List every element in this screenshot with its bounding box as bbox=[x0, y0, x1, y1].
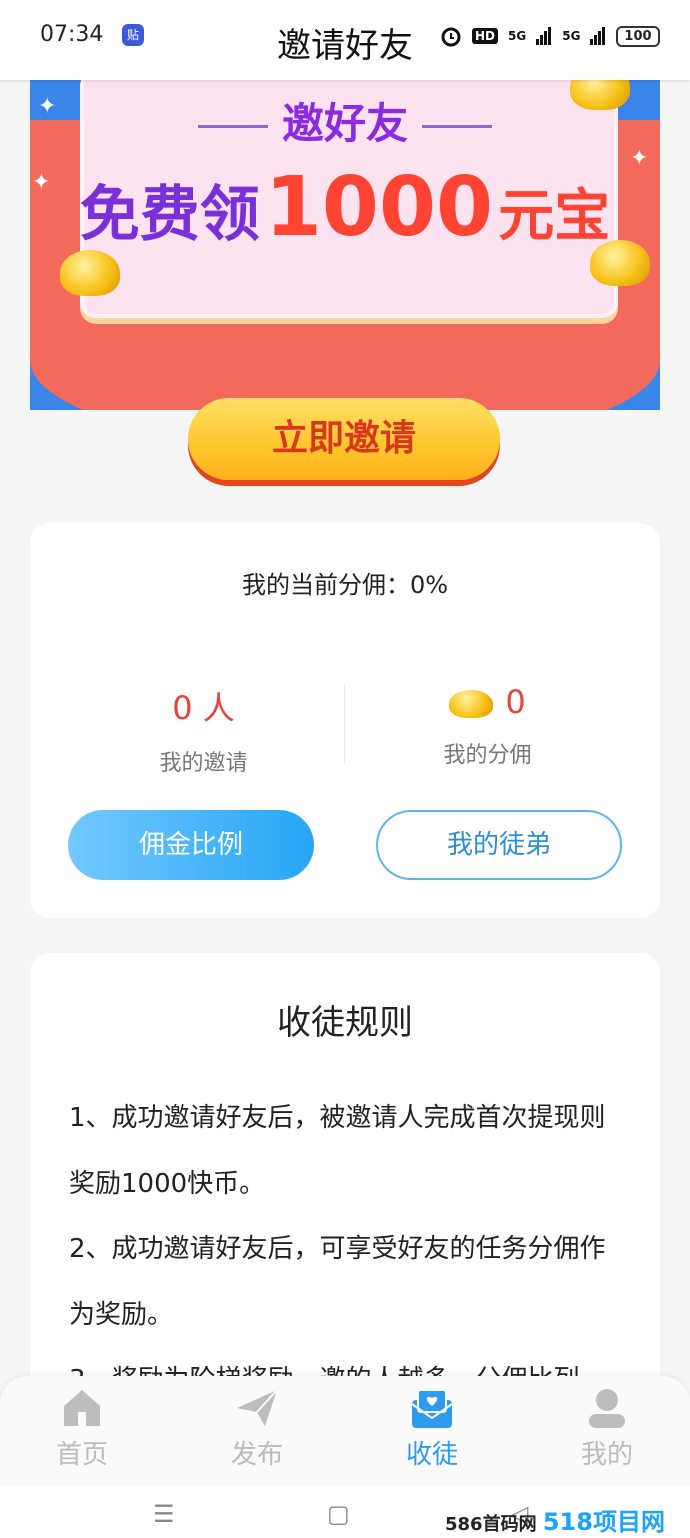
signal-bars-icon bbox=[536, 27, 552, 45]
commission-label: 我的分佣 bbox=[443, 743, 532, 768]
commission-amount: 0 bbox=[505, 683, 526, 721]
invites-count: 0 人 bbox=[172, 689, 235, 727]
alarm-icon bbox=[441, 27, 461, 47]
status-bar: 07:34 贴 邀请好友 HD 5G 5G 100 bbox=[0, 0, 690, 80]
nav-mine[interactable]: 我的 bbox=[547, 1386, 667, 1471]
status-icons: HD 5G 5G 100 bbox=[440, 22, 660, 50]
nav-recruit[interactable]: 收徒 bbox=[372, 1386, 492, 1471]
menu-icon[interactable]: ☰ bbox=[153, 1500, 175, 1528]
nav-label-publish: 发布 bbox=[230, 1440, 283, 1470]
banner-subtitle: 邀好友 bbox=[30, 90, 660, 151]
commission-ratio-button[interactable]: 佣金比例 bbox=[68, 810, 314, 880]
watermark: 586首码网 518项目网 bbox=[445, 1508, 665, 1536]
banner-headline: 免费领 1000 元宝 bbox=[79, 160, 611, 255]
rule-item: 2、成功邀请好友后，可享受好友的任务分佣作为奖励。 bbox=[69, 1234, 606, 1330]
rules-title: 收徒规则 bbox=[277, 1003, 413, 1043]
my-disciples-button[interactable]: 我的徒弟 bbox=[376, 810, 622, 880]
current-commission: 我的当前分佣：0% bbox=[241, 571, 449, 599]
gold-ingot-icon bbox=[449, 690, 494, 718]
bottom-nav: 首页 发布 收徒 我的 bbox=[0, 1376, 690, 1486]
home-icon bbox=[64, 1390, 100, 1426]
invite-now-button[interactable]: 立即邀请 bbox=[188, 398, 500, 480]
invite-banner: ✦ ✦ ✦ 邀好友 免费领 1000 元宝 bbox=[30, 80, 660, 410]
gold-ingot-icon bbox=[60, 250, 120, 296]
signal-5g-icon: 5G bbox=[508, 29, 527, 43]
my-invites-stat[interactable]: 0 人 我的邀请 bbox=[46, 683, 361, 777]
invites-label: 我的邀请 bbox=[159, 751, 248, 776]
user-icon bbox=[589, 1389, 625, 1428]
hd-icon: HD bbox=[472, 28, 499, 44]
heart-envelope-icon bbox=[411, 1389, 453, 1428]
nav-label-recruit: 收徒 bbox=[405, 1440, 458, 1470]
nav-publish[interactable]: 发布 bbox=[197, 1386, 317, 1471]
nav-label-mine: 我的 bbox=[580, 1440, 633, 1470]
nav-label-home: 首页 bbox=[55, 1440, 108, 1470]
signal-bars-icon-2 bbox=[590, 27, 606, 45]
home-button-icon[interactable]: ▢ bbox=[327, 1500, 350, 1528]
battery-icon: 100 bbox=[616, 25, 660, 47]
nav-home[interactable]: 首页 bbox=[22, 1386, 142, 1471]
rule-item: 1、成功邀请好友后，被邀请人完成首次提现则奖励1000快币。 bbox=[69, 1103, 606, 1199]
my-commission-stat[interactable]: 0 我的分佣 bbox=[330, 683, 645, 769]
paper-plane-icon bbox=[237, 1389, 278, 1426]
stats-card: 我的当前分佣：0% 0 人 我的邀请 0 我的分佣 佣金比例 我的徒弟 bbox=[30, 523, 660, 918]
signal-5g-icon-2: 5G bbox=[562, 29, 581, 43]
